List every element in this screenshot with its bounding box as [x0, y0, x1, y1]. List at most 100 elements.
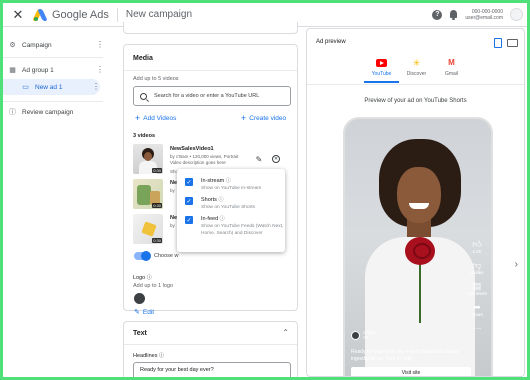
chevron-right-icon[interactable]: ›: [515, 259, 518, 270]
nav-item-campaign[interactable]: ⚙ Campaign ⋮: [9, 37, 104, 53]
close-icon[interactable]: ✕: [8, 5, 28, 25]
app-window: ✕ Google Ads New campaign ? 000-000-0000…: [3, 3, 527, 377]
help-icon[interactable]: ⓘ: [218, 197, 223, 203]
option-title: Shorts ⓘ: [201, 196, 223, 203]
nav-item-label: Ad group 1: [22, 66, 54, 74]
share-button[interactable]: ➦ Share: [466, 302, 488, 317]
info-icon: ⓘ: [9, 109, 16, 116]
nav-item-new-ad[interactable]: ▭ New ad 1 ⋮: [3, 79, 100, 95]
action-label: Share: [470, 312, 483, 317]
logo-title-text: Logo: [133, 275, 146, 281]
video-title: Ne: [170, 215, 178, 221]
add-videos-label: Add Videos: [143, 114, 177, 122]
edit-logo-button[interactable]: ✎ Edit: [134, 308, 155, 317]
checkbox-checked-icon[interactable]: ✓: [185, 178, 193, 186]
more-button[interactable]: ⋯: [466, 323, 488, 333]
preview-tabs: YouTube ✳ Discover M Gmail: [364, 56, 469, 83]
more-vert-icon[interactable]: ⋮: [96, 41, 104, 49]
ad-description: Ready for your best day ever? cBam's all…: [351, 349, 459, 362]
phone-preview: 👍︎ 4.2K 👎︎ Dislike ▤ Comment ➦ Share ⋯ c…: [343, 117, 493, 376]
video-description: Video description goes here: [170, 159, 226, 165]
video-thumbnail[interactable]: 0:30: [133, 214, 163, 244]
choose-toggle[interactable]: [134, 251, 151, 261]
search-placeholder: Search for a video or enter a YouTube UR…: [154, 93, 260, 99]
left-nav: ⚙ Campaign ⋮ ▦ Ad group 1 ⋮ ▭ New ad 1 ⋮…: [3, 28, 104, 377]
pencil-icon[interactable]: ✎: [255, 155, 263, 164]
option-description: Show on YouTube Shorts: [201, 205, 255, 210]
ad-image-face: [397, 167, 441, 223]
checkbox-checked-icon[interactable]: ✓: [185, 216, 193, 224]
account-email: user@email.com: [465, 14, 503, 21]
thumbs-down-icon: 👎︎: [472, 260, 482, 270]
google-ads-logo: [32, 8, 48, 21]
logo-title: Logo ⓘ: [133, 274, 152, 281]
channel-avatar: [351, 330, 360, 340]
thumbs-up-icon: 👍︎: [472, 239, 482, 249]
share-icon: ➦: [473, 302, 481, 312]
video-title: NewSalesVideo1: [170, 146, 214, 152]
comment-button[interactable]: ▤ Comment: [466, 281, 488, 296]
more-vert-icon[interactable]: ⋮: [92, 83, 100, 91]
nav-item-label: Campaign: [22, 41, 52, 49]
preview-title: Ad preview: [316, 39, 346, 45]
tab-discover[interactable]: ✳ Discover: [399, 56, 434, 83]
dislike-button[interactable]: 👎︎ Dislike: [466, 260, 488, 275]
preview-caption: Preview of your ad on YouTube Shorts: [364, 98, 467, 104]
nav-divider: [3, 57, 103, 58]
create-video-button[interactable]: + Create video: [241, 113, 286, 123]
video-duration: 0:30: [152, 203, 162, 208]
help-icon[interactable]: ⓘ: [226, 178, 231, 184]
video-thumbnail[interactable]: 0:30: [133, 144, 163, 174]
video-meta-line: by c'Bam • 120,000 views, Portrait: [170, 154, 239, 159]
option-title-text: In-stream: [201, 178, 225, 184]
video-thumbnail[interactable]: 0:30: [133, 179, 163, 209]
headlines-label: Headlines ⓘ: [133, 352, 164, 359]
text-card: Text ⌃ Headlines ⓘ Ready for your best d…: [123, 321, 298, 377]
discover-icon: ✳: [412, 58, 421, 68]
format-popover: ✓ In-stream ⓘ Show on YouTube In-stream …: [177, 169, 285, 252]
text-title: Text: [133, 330, 147, 337]
like-button[interactable]: 👍︎ 4.2K: [466, 239, 488, 254]
option-description: Show on YouTube In-stream: [201, 186, 262, 191]
media-hint: Add up to 5 videos: [133, 76, 179, 82]
help-icon[interactable]: ⓘ: [159, 353, 164, 359]
help-icon[interactable]: ⓘ: [147, 275, 152, 281]
visit-site-button[interactable]: Visit site: [351, 367, 471, 376]
option-title-text: In-feed: [201, 216, 219, 222]
account-id: 000-000-0000: [471, 8, 503, 15]
help-icon[interactable]: ?: [432, 9, 443, 20]
desktop-device-icon[interactable]: [507, 39, 518, 47]
video-meta: by: [170, 188, 175, 193]
plus-icon: +: [135, 113, 141, 123]
card-divider: [124, 344, 297, 345]
checkbox-checked-icon[interactable]: ✓: [185, 197, 193, 205]
tab-youtube[interactable]: YouTube: [364, 56, 399, 83]
create-video-label: Create video: [249, 114, 287, 122]
tabs-divider: [307, 84, 524, 85]
avatar[interactable]: [510, 8, 523, 21]
add-videos-button[interactable]: + Add Videos: [135, 113, 176, 123]
rose-image: [405, 237, 435, 265]
nav-item-ad-group[interactable]: ▦ Ad group 1 ⋮: [9, 62, 104, 78]
edit-label: Edit: [142, 308, 155, 316]
tab-gmail[interactable]: M Gmail: [434, 56, 469, 83]
header-divider: [116, 7, 118, 22]
video-search-input[interactable]: Search for a video or enter a YouTube UR…: [133, 86, 291, 106]
account-info[interactable]: 000-000-0000 user@email.com: [465, 9, 503, 21]
help-icon[interactable]: ⓘ: [220, 216, 225, 222]
more-icon: ⋯: [472, 323, 482, 333]
more-vert-icon[interactable]: ⋮: [96, 66, 104, 74]
grid-icon: ▦: [9, 67, 16, 74]
action-label: 4.2K: [472, 249, 482, 254]
nav-item-label: New ad 1: [35, 83, 63, 91]
gear-icon: ⚙: [9, 42, 16, 49]
chevron-up-icon[interactable]: ⌃: [282, 328, 289, 337]
mobile-device-icon[interactable]: [494, 38, 502, 48]
nav-item-review[interactable]: ⓘ Review campaign: [9, 104, 103, 120]
headline-input[interactable]: Ready for your best day ever?: [133, 362, 291, 377]
action-label: Dislike: [470, 270, 484, 275]
bell-icon[interactable]: [449, 9, 458, 20]
nav-item-label: Review campaign: [22, 108, 74, 116]
remove-circle-icon[interactable]: ✕: [272, 155, 280, 163]
gmail-icon: M: [448, 58, 455, 67]
